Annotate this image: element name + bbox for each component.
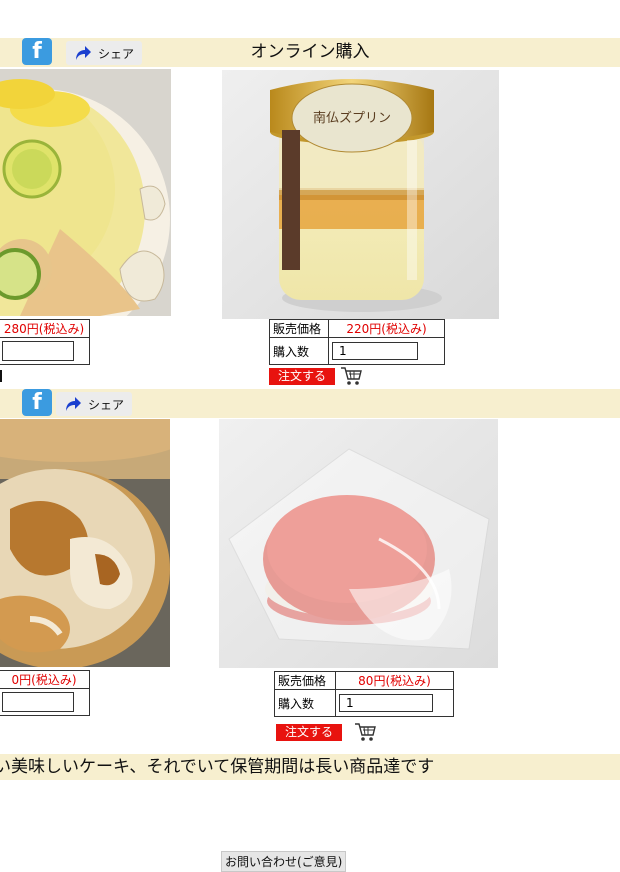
price-table-meringue-tart: 0円(税込み) xyxy=(0,670,90,716)
quantity-input[interactable] xyxy=(2,341,74,361)
meringue-tart-photo xyxy=(0,419,170,667)
order-button-partial[interactable] xyxy=(0,370,2,382)
purin-lid-label: 南仏ズプリン xyxy=(313,110,391,126)
purin-jar-photo: 南仏ズプリン xyxy=(222,70,499,319)
share-arrow-icon xyxy=(76,46,91,60)
quantity-input[interactable] xyxy=(332,342,418,360)
share-button[interactable]: シェア xyxy=(66,41,143,65)
price-label: 販売価格 xyxy=(269,319,329,338)
price-table-macaron: 販売価格 80円(税込み) 購入数 xyxy=(274,671,454,717)
product-image-macaron[interactable] xyxy=(219,419,498,668)
price-value: 280円(税込み) xyxy=(0,319,90,338)
price-label: 販売価格 xyxy=(274,671,336,690)
facebook-icon: f xyxy=(32,389,42,415)
product-image-lemon-cake[interactable] xyxy=(0,69,171,316)
description-band: い美味しいケーキ、それでいて保管期間は長い商品達です xyxy=(0,754,620,780)
product-image-purin[interactable]: 南仏ズプリン xyxy=(222,70,499,319)
price-value: 0円(税込み) xyxy=(0,670,90,689)
description-text: い美味しいケーキ、それでいて保管期間は長い商品達です xyxy=(0,757,435,777)
facebook-share-button[interactable]: f xyxy=(22,389,52,416)
facebook-share-button[interactable]: f xyxy=(22,38,52,65)
price-table-purin: 販売価格 220円(税込み) 購入数 xyxy=(269,319,445,365)
quantity-input[interactable] xyxy=(2,692,74,712)
price-value: 80円(税込み) xyxy=(335,671,454,690)
facebook-icon: f xyxy=(32,38,42,64)
quantity-input[interactable] xyxy=(339,694,433,712)
share-label: シェア xyxy=(98,46,135,61)
share-label: シェア xyxy=(88,397,125,412)
price-value: 220円(税込み) xyxy=(328,319,445,338)
share-button[interactable]: シェア xyxy=(56,392,133,416)
quantity-label: 購入数 xyxy=(274,689,336,717)
quantity-label: 購入数 xyxy=(269,337,329,365)
lemon-cake-photo xyxy=(0,69,171,316)
product-image-meringue-tart[interactable] xyxy=(0,419,170,667)
share-arrow-icon xyxy=(66,397,81,411)
macaron-photo xyxy=(219,419,498,668)
cart-icon[interactable] xyxy=(354,722,376,742)
order-button[interactable]: 注文する xyxy=(269,368,335,385)
price-table-lemon-cake: 280円(税込み) xyxy=(0,319,90,365)
order-button[interactable]: 注文する xyxy=(276,724,342,741)
cart-icon[interactable] xyxy=(340,366,362,386)
